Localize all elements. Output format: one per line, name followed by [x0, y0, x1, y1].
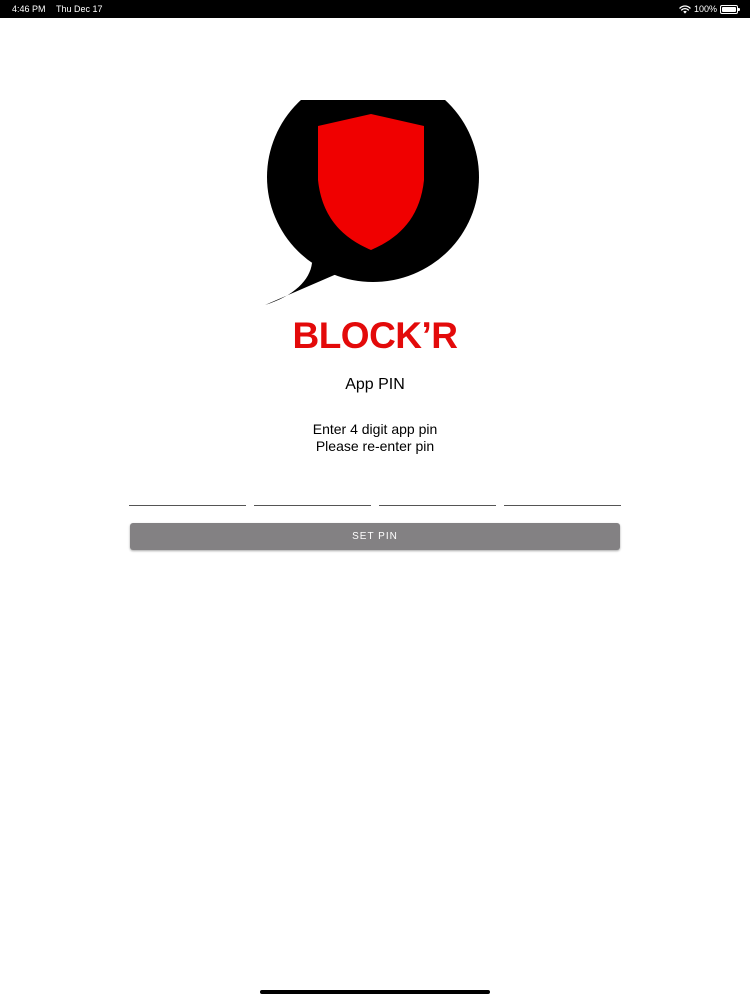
battery-percentage: 100% — [693, 4, 717, 14]
pin-digit-3-input[interactable] — [379, 484, 496, 506]
status-bar: 4:46 PM Thu Dec 17 100% — [0, 0, 750, 18]
brand-name: BLOCK’R — [292, 315, 458, 356]
pin-input-group — [129, 484, 621, 506]
pin-digit-2-input[interactable] — [254, 484, 371, 506]
battery-icon — [720, 4, 740, 14]
status-date: Thu Dec 17 — [56, 4, 103, 14]
pin-digit-4-input[interactable] — [504, 484, 621, 506]
speech-bubble-shield-icon — [265, 100, 479, 305]
wifi-icon — [679, 4, 691, 14]
instruction-enter-pin: Enter 4 digit app pin — [312, 421, 438, 437]
status-time: 4:46 PM — [12, 4, 46, 14]
status-indicators: 100% — [679, 0, 740, 18]
home-indicator[interactable] — [260, 990, 490, 994]
pin-digit-1-input[interactable] — [129, 484, 246, 506]
set-pin-button[interactable]: SET PIN — [130, 523, 620, 550]
page-title: App PIN — [345, 376, 405, 393]
instruction-reenter-pin: Please re-enter pin — [315, 438, 435, 454]
